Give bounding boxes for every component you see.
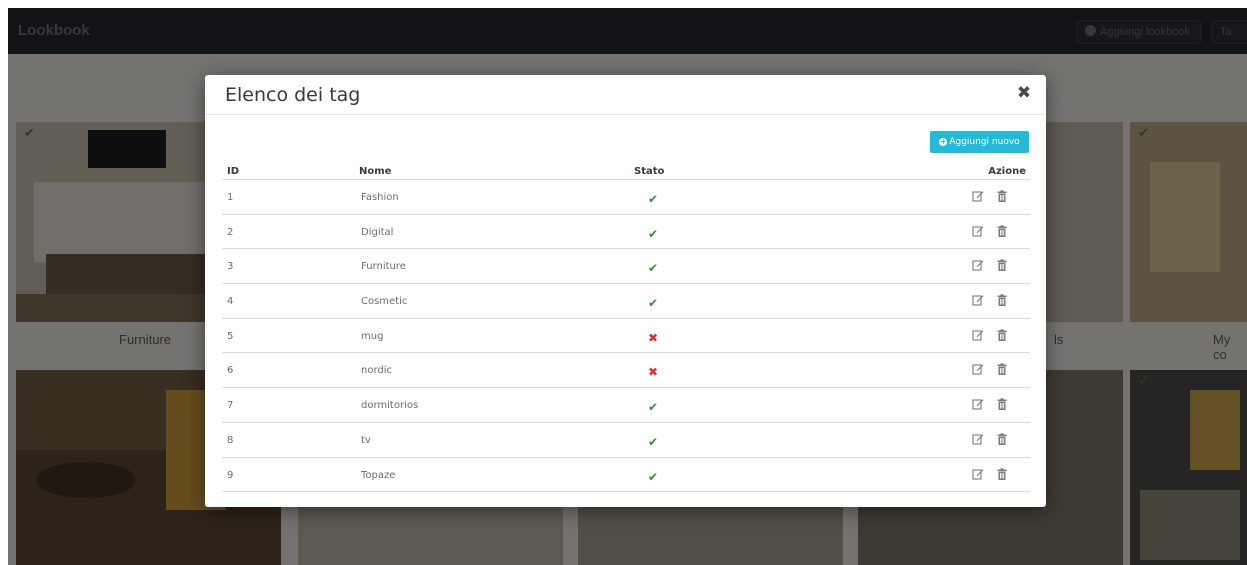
table-row: 7 dormitorios ✔ — [222, 388, 1030, 423]
check-icon[interactable]: ✔ — [648, 227, 658, 241]
cell-name: Cosmetic — [361, 296, 408, 308]
edit-icon[interactable] — [972, 363, 984, 376]
edit-icon[interactable] — [972, 329, 984, 342]
cell-id: 5 — [227, 330, 234, 342]
cell-id: 1 — [227, 192, 234, 203]
row-actions — [968, 190, 1014, 204]
edit-icon[interactable] — [972, 259, 984, 272]
cell-id: 6 — [227, 365, 234, 377]
trash-icon[interactable] — [996, 294, 1008, 307]
cell-id: 9 — [227, 469, 234, 481]
column-header-status[interactable]: Stato — [634, 166, 664, 177]
table-row: 9 Topaze ✔ — [222, 458, 1030, 493]
trash-icon[interactable] — [996, 398, 1008, 411]
row-actions — [968, 467, 1014, 482]
row-actions — [968, 259, 1014, 273]
cell-id: 3 — [227, 261, 234, 273]
cross-icon[interactable]: ✖ — [648, 331, 658, 345]
row-actions — [968, 224, 1014, 239]
table-header: ID Nome Stato Azione — [222, 163, 1030, 180]
edit-icon[interactable] — [972, 294, 984, 307]
table-row: 2 Digital ✔ — [222, 215, 1030, 250]
table-body: 1 Fashion ✔ 2 Digital ✔ 3 Furniture ✔ 4 Cosmetic ✔ 5… — [222, 180, 1030, 493]
edit-icon[interactable] — [972, 433, 984, 446]
check-icon[interactable]: ✔ — [648, 400, 658, 414]
trash-icon[interactable] — [996, 224, 1008, 238]
edit-icon[interactable] — [972, 190, 984, 203]
trash-icon[interactable] — [996, 363, 1008, 376]
table-row: 8 tv ✔ — [222, 423, 1030, 458]
cell-name: tv — [361, 434, 371, 446]
trash-icon[interactable] — [996, 467, 1008, 481]
check-icon[interactable]: ✔ — [648, 435, 658, 449]
row-actions — [968, 363, 1014, 377]
cell-name: mug — [361, 330, 384, 342]
check-icon[interactable]: ✔ — [648, 261, 658, 275]
close-icon[interactable]: ✖ — [1016, 84, 1032, 102]
trash-icon[interactable] — [996, 329, 1008, 342]
add-new-button[interactable]: + Aggiungi nuovo — [930, 131, 1029, 153]
tag-list-modal: Elenco dei tag ✖ + Aggiungi nuovo ID Nome… — [205, 75, 1046, 507]
column-header-action: Azione — [988, 166, 1026, 177]
table-row: 5 mug ✖ — [222, 319, 1030, 354]
table-row: 4 Cosmetic ✔ — [222, 284, 1030, 319]
check-icon[interactable]: ✔ — [648, 296, 658, 310]
table-row: 6 nordic ✖ — [222, 353, 1030, 389]
add-new-label: Aggiungi nuovo — [949, 137, 1020, 147]
row-actions — [968, 433, 1014, 447]
cell-name: Digital — [361, 226, 394, 238]
row-actions — [968, 398, 1014, 412]
trash-icon[interactable] — [996, 190, 1008, 203]
trash-icon[interactable] — [996, 259, 1008, 272]
edit-icon[interactable] — [972, 225, 984, 238]
tags-table: ID Nome Stato Azione 1 Fashion ✔ 2 Digital ✔ 3… — [222, 163, 1030, 493]
row-actions — [968, 294, 1014, 308]
column-header-id[interactable]: ID — [227, 166, 239, 177]
trash-icon[interactable] — [996, 433, 1008, 446]
cell-name: dormitorios — [361, 400, 419, 412]
cell-name: Furniture — [361, 261, 406, 273]
table-row: 1 Fashion ✔ — [222, 180, 1030, 215]
cell-name: Topaze — [361, 469, 396, 481]
edit-icon[interactable] — [972, 398, 984, 411]
cell-id: 7 — [227, 400, 234, 412]
check-icon[interactable]: ✔ — [648, 192, 658, 206]
cell-name: Fashion — [361, 192, 399, 203]
cross-icon[interactable]: ✖ — [648, 365, 658, 379]
column-header-name[interactable]: Nome — [359, 166, 391, 177]
modal-title: Elenco dei tag — [225, 84, 361, 106]
plus-circle-icon: + — [939, 137, 948, 146]
cell-id: 2 — [227, 226, 234, 238]
cell-id: 4 — [227, 296, 234, 308]
cell-id: 8 — [227, 434, 234, 446]
row-actions — [968, 329, 1014, 343]
table-row: 3 Furniture ✔ — [222, 249, 1030, 285]
edit-icon[interactable] — [972, 468, 984, 481]
cell-name: nordic — [361, 365, 393, 377]
check-icon[interactable]: ✔ — [648, 470, 658, 484]
modal-header: Elenco dei tag ✖ — [205, 75, 1046, 115]
